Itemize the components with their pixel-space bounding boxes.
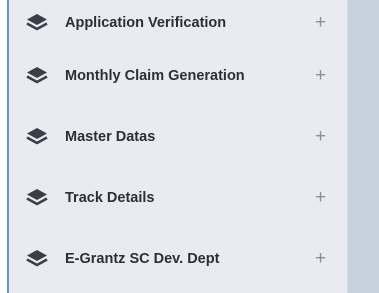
expand-plus-icon[interactable]: + (315, 66, 326, 85)
page: Application Verification + Monthly Claim… (0, 0, 379, 293)
sidebar-item-master-datas[interactable]: Master Datas + (9, 106, 347, 167)
sidebar-item-label: Monthly Claim Generation (65, 67, 245, 84)
sidebar-left-edge (0, 0, 7, 293)
layers-icon (26, 66, 48, 86)
sidebar-item-label: Track Details (65, 189, 155, 206)
sidebar-item-label: Application Verification (65, 14, 227, 31)
sidebar-menu: Application Verification + Monthly Claim… (9, 0, 347, 289)
sidebar-item-e-grantz-sc-dev-dept[interactable]: E-Grantz SC Dev. Dept + (9, 228, 347, 289)
layers-icon (26, 127, 48, 147)
expand-plus-icon[interactable]: + (315, 249, 326, 268)
sidebar: Application Verification + Monthly Claim… (0, 0, 348, 293)
expand-plus-icon[interactable]: + (315, 13, 326, 32)
layers-icon (26, 249, 48, 269)
expand-plus-icon[interactable]: + (315, 127, 326, 146)
sidebar-item-application-verification[interactable]: Application Verification + (9, 0, 347, 45)
sidebar-item-track-details[interactable]: Track Details + (9, 167, 347, 228)
layers-icon (26, 188, 48, 208)
sidebar-item-label: Master Datas (65, 128, 156, 145)
sidebar-item-label: E-Grantz SC Dev. Dept (65, 250, 220, 267)
expand-plus-icon[interactable]: + (315, 188, 326, 207)
sidebar-item-monthly-claim-generation[interactable]: Monthly Claim Generation + (9, 45, 347, 106)
layers-icon (26, 13, 48, 33)
